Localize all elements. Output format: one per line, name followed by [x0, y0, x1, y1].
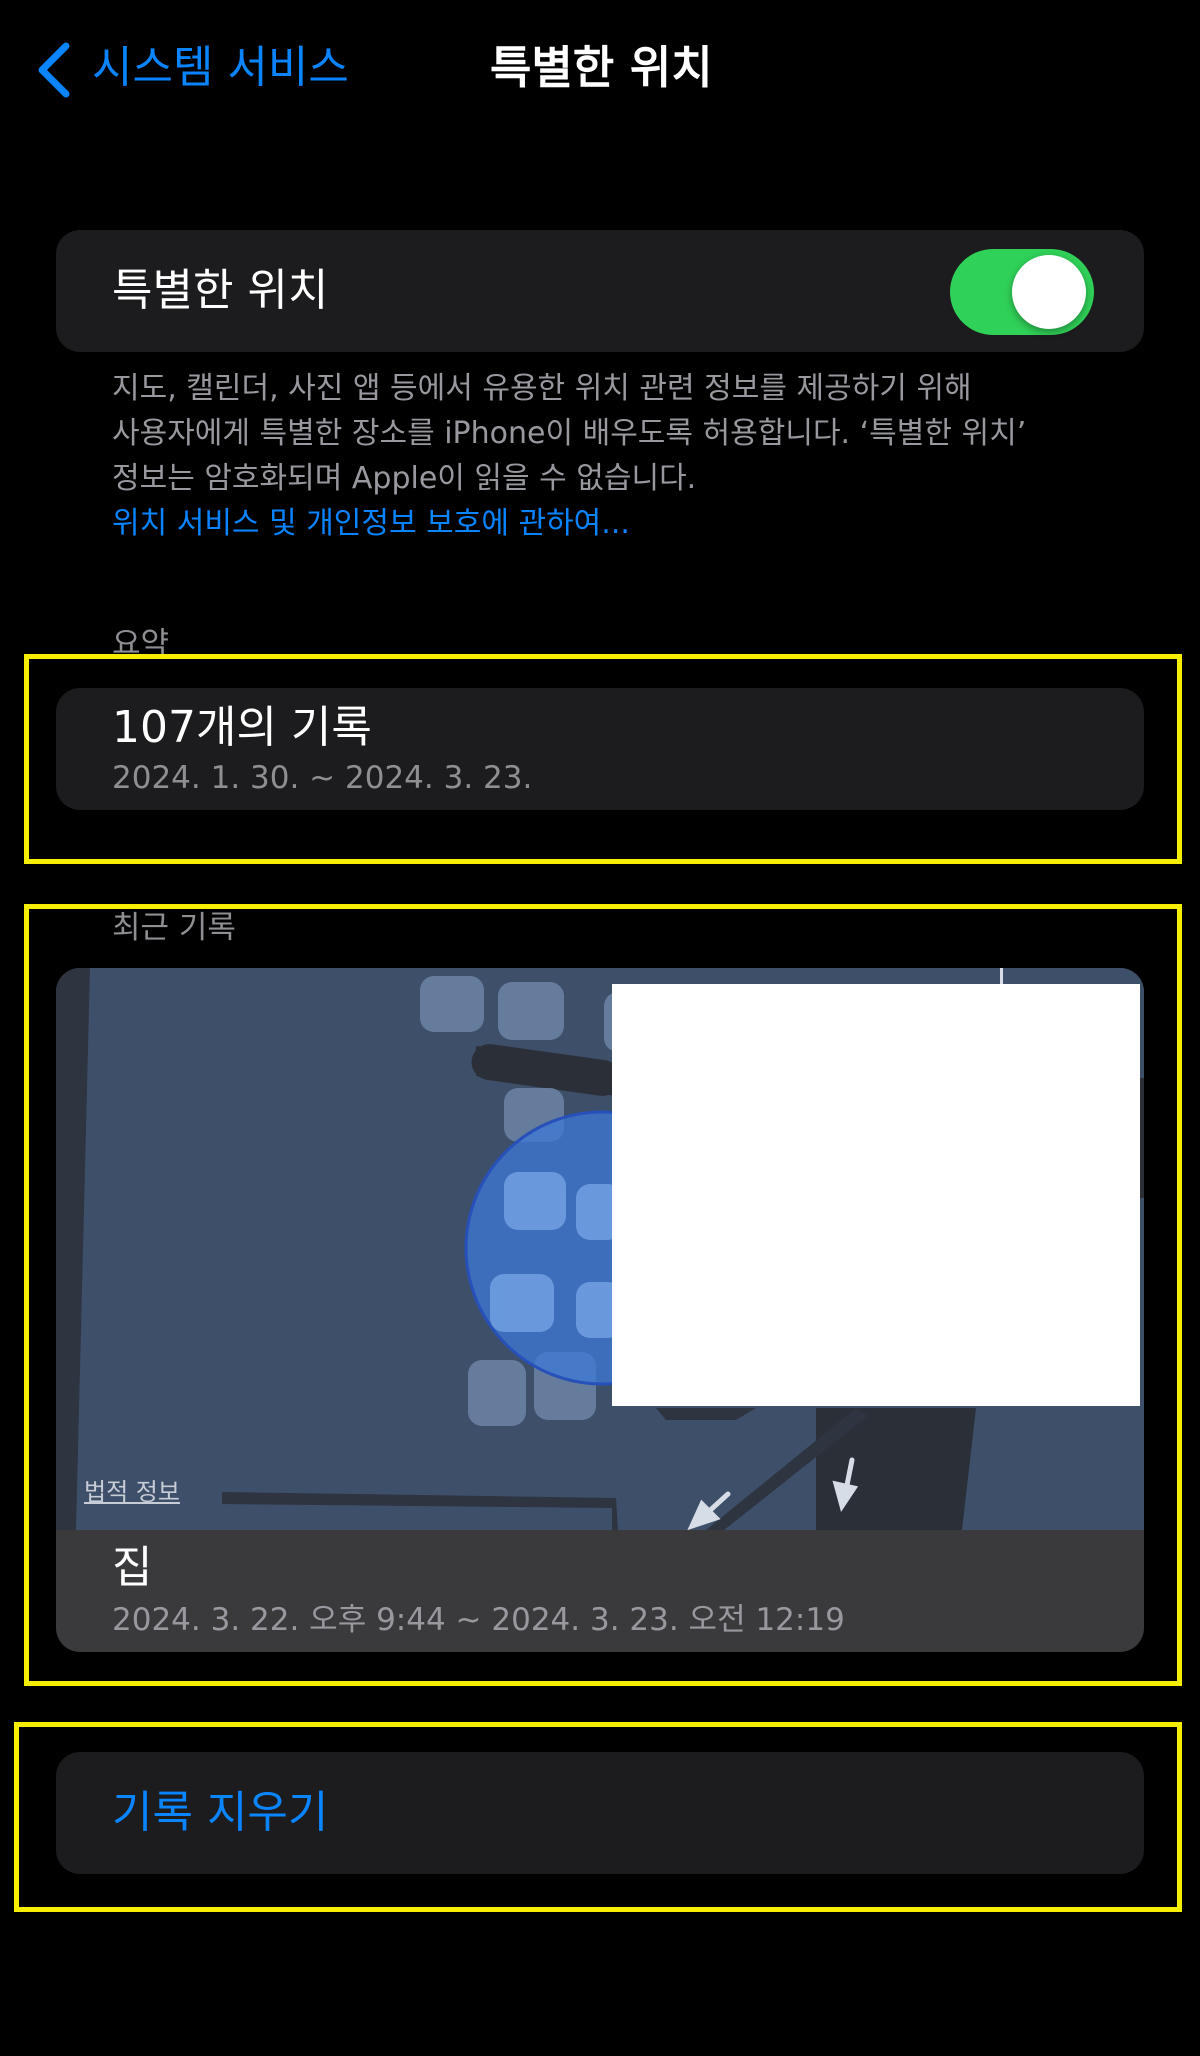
- summary-date-range: 2024. 1. 30. ~ 2024. 3. 23.: [112, 760, 533, 796]
- description-line: 정보는 암호화되며 Apple이 읽을 수 없습니다.: [112, 461, 697, 496]
- significant-locations-switch[interactable]: [950, 249, 1094, 335]
- description-line: 지도, 캘린더, 사진 앱 등에서 유용한 위치 관련 정보를 제공하기 위해: [112, 371, 972, 406]
- back-chevron-icon[interactable]: [34, 40, 74, 100]
- toggle-description: 지도, 캘린더, 사진 앱 등에서 유용한 위치 관련 정보를 제공하기 위해 …: [112, 366, 1112, 501]
- toggle-label: 특별한 위치: [112, 265, 329, 316]
- description-line: 사용자에게 특별한 장소를 iPhone이 배우도록 허용합니다. ‘특별한 위…: [112, 416, 1027, 451]
- summary-row[interactable]: 107개의 기록 2024. 1. 30. ~ 2024. 3. 23.: [56, 688, 1144, 810]
- page-title: 특별한 위치: [490, 41, 713, 94]
- highlight-box-recent: [24, 904, 1182, 1686]
- significant-locations-toggle-row: 특별한 위치: [56, 230, 1144, 352]
- switch-knob: [1012, 255, 1086, 329]
- back-button[interactable]: 시스템 서비스: [92, 38, 349, 98]
- privacy-info-link[interactable]: 위치 서비스 및 개인정보 보호에 관하여...: [112, 501, 630, 546]
- summary-title: 107개의 기록: [112, 702, 372, 753]
- highlight-box-clear: [14, 1722, 1182, 1912]
